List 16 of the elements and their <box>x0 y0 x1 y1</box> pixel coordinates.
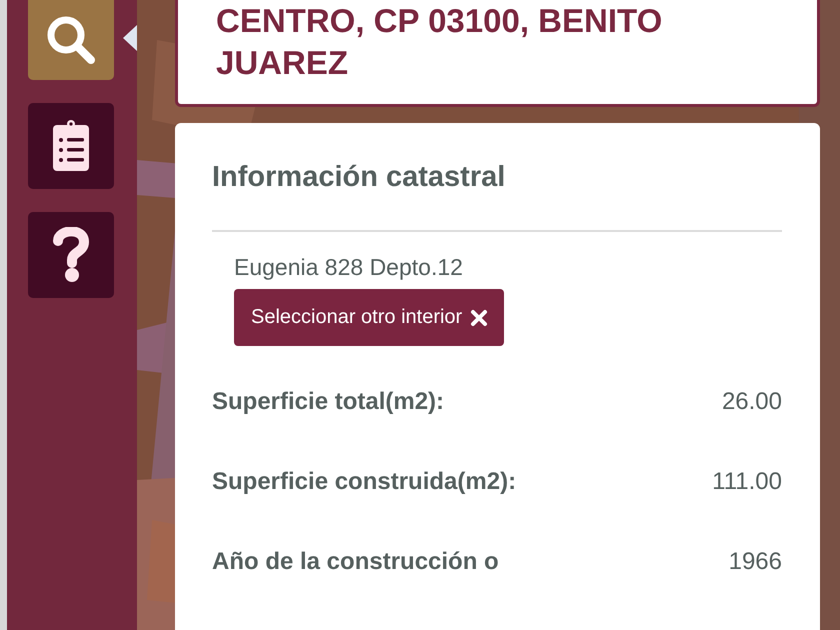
help-icon <box>52 227 90 283</box>
card-title: Información catastral <box>212 161 506 194</box>
sidebar-button[interactable] <box>28 212 114 298</box>
unit-address: Eugenia 828 Depto.12 <box>234 254 464 281</box>
clipboard-icon <box>51 119 91 173</box>
select-interior-button[interactable]: Seleccionar otro interior <box>234 289 504 346</box>
field-label: Superficie total(m2): <box>212 388 444 416</box>
field-label: Superficie construida(m2): <box>212 468 516 496</box>
sidebar-button[interactable] <box>28 103 114 189</box>
search-icon <box>45 14 97 66</box>
field-value: 111.00 <box>712 468 782 496</box>
close-icon <box>470 308 488 326</box>
field-value: 26.00 <box>722 388 782 416</box>
field-label: Año de la construcción o <box>212 548 499 576</box>
field-value: 1966 <box>728 548 782 576</box>
address-title: CENTRO, CP 03100, BENITO JUAREZ <box>216 1 664 83</box>
